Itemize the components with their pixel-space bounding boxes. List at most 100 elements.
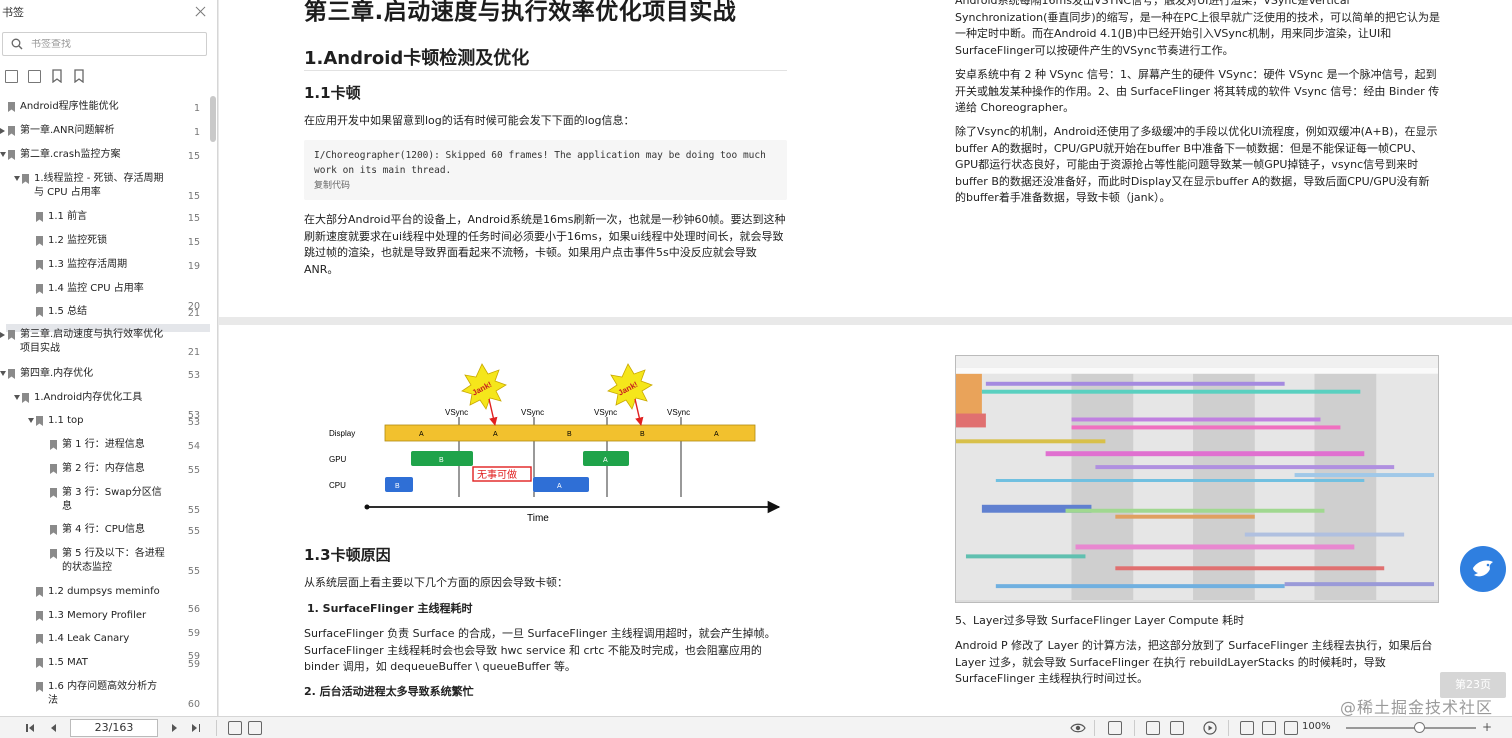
zoom-level[interactable]: 100% xyxy=(1302,721,1331,732)
bookmark-label: 1.5 MAT xyxy=(48,657,88,668)
bookmark-icon xyxy=(50,525,57,535)
paragraph: 在应用开发中如果留意到log的话有时候可能会发下下面的log信息： xyxy=(304,114,635,127)
sidebar-title: 书签 xyxy=(2,6,24,19)
vsync-label: VSync xyxy=(594,408,617,417)
time-label: Time xyxy=(527,513,549,524)
copy-code-link[interactable]: 复制代码 xyxy=(314,179,777,194)
status-bar: 23/163 100% + xyxy=(0,716,1512,738)
chapter-title: 第三章.启动速度与执行效率优化项目实战 xyxy=(304,0,737,25)
systrace-screenshot xyxy=(955,355,1439,603)
fit-width-icon[interactable] xyxy=(1108,721,1122,735)
add-bookmark-icon[interactable] xyxy=(51,69,63,83)
previous-page-button[interactable] xyxy=(46,721,60,735)
first-page-button[interactable] xyxy=(24,721,38,735)
eye-icon[interactable] xyxy=(1070,721,1086,735)
bookmark-label: 1.4 Leak Canary xyxy=(48,633,130,644)
bookmark-icon xyxy=(8,126,15,136)
bookmark-icon xyxy=(50,464,57,474)
vsync-label: VSync xyxy=(667,408,690,417)
bookmark-label: 第 3 行：Swap分区信息 xyxy=(62,487,162,512)
code-line: I/Choreographer(1200): Skipped 60 frames… xyxy=(314,150,766,161)
bookmark-page: 15 xyxy=(187,191,200,202)
bookmark-icon xyxy=(50,440,57,450)
bookmark-icon xyxy=(8,150,15,160)
bookmark-icon xyxy=(36,284,43,294)
caret-down-icon[interactable] xyxy=(28,418,34,423)
back-icon[interactable] xyxy=(228,721,242,735)
bookmark-label: Android程序性能优化 xyxy=(20,101,119,112)
bookmark-icon xyxy=(8,369,15,379)
gpu-frame: B xyxy=(439,457,444,464)
caret-down-icon[interactable] xyxy=(0,371,6,376)
bookmark-label: 1.1 top xyxy=(48,415,84,426)
bookmark-icon xyxy=(8,330,15,340)
close-icon[interactable] xyxy=(193,5,207,19)
paragraph: Android P 修改了 Layer 的计算方法，把这部分放到了 Surfac… xyxy=(955,639,1433,685)
bookmark-search[interactable] xyxy=(2,32,207,56)
bookmark-icon xyxy=(36,307,43,317)
bookmark-icon[interactable] xyxy=(73,69,85,83)
continuous-page-icon[interactable] xyxy=(1170,721,1184,735)
code-block: I/Choreographer(1200): Skipped 60 frames… xyxy=(304,140,787,200)
bookmark-icon xyxy=(8,102,15,112)
bookmark-label: 第一章.ANR问题解析 xyxy=(20,125,115,136)
bookmark-page: 15 xyxy=(187,237,200,248)
actual-size-icon[interactable] xyxy=(1240,721,1254,735)
bookmark-page: 15 xyxy=(187,151,200,162)
divider xyxy=(304,70,787,71)
vsync-label: VSync xyxy=(521,408,544,417)
row-label-display: Display xyxy=(329,429,355,438)
bookmark-label: 1.6 内存问题高效分析方法 xyxy=(48,681,158,706)
bookmark-page: 55 xyxy=(187,465,200,476)
floating-assistant-button[interactable] xyxy=(1460,546,1506,592)
bookmark-page: 19 xyxy=(187,261,200,272)
bookmark-page: 54 xyxy=(187,441,200,452)
next-page-button[interactable] xyxy=(168,721,182,735)
bookmark-icon xyxy=(36,236,43,246)
bookmark-icon xyxy=(36,658,43,668)
sidebar-scrollbar[interactable] xyxy=(210,96,216,142)
forward-icon[interactable] xyxy=(248,721,262,735)
bookmark-tree: Android程序性能优化 1 第一章.ANR问题解析 1 第二章.crash监控方案 1… xyxy=(0,92,210,716)
caret-right-icon[interactable] xyxy=(0,332,5,338)
rotate-icon[interactable] xyxy=(1284,721,1298,735)
bookmark-label: 1.5 总结 xyxy=(48,306,88,317)
document-view[interactable]: 第三章.启动速度与执行效率优化项目实战 1.Android卡顿检测及优化 1.1… xyxy=(219,0,1512,716)
caret-right-icon[interactable] xyxy=(0,128,5,134)
caret-down-icon[interactable] xyxy=(0,152,6,157)
paragraph: 除了Vsync的机制，Android还使用了多级缓冲的手段以优化UI流程度，例如… xyxy=(955,125,1438,204)
bookmark-icon xyxy=(36,212,43,222)
separator xyxy=(1228,720,1229,736)
bookmark-label: 1.Android内存优化工具 xyxy=(34,392,143,403)
expand-all-icon[interactable] xyxy=(5,69,18,83)
collapse-all-icon[interactable] xyxy=(28,69,41,83)
paragraph: 安卓系统中有 2 种 VSync 信号：1、屏幕产生的硬件 VSync：硬件 V… xyxy=(955,68,1440,114)
page-indicator-input[interactable]: 23/163 xyxy=(70,719,158,737)
last-page-button[interactable] xyxy=(188,721,202,735)
bookmark-search-input[interactable] xyxy=(31,38,191,50)
paragraph: Android系统每隔16ms发出VSYNC信号，触发对UI进行渲染，VSync… xyxy=(955,0,1441,57)
sidebar-toolbar xyxy=(0,56,217,86)
bookmark-page: 56 xyxy=(187,604,200,615)
gpu-frame: A xyxy=(603,457,608,464)
cause-heading: 2. 后台活动进程太多导致系统繁忙 xyxy=(304,685,474,698)
cause-heading: 1. SurfaceFlinger 主线程耗时 xyxy=(307,602,473,615)
zoom-slider[interactable] xyxy=(1346,727,1476,729)
cpu-frame: A xyxy=(557,483,562,490)
jank-arrow xyxy=(634,398,644,426)
play-icon[interactable] xyxy=(1203,721,1217,735)
bookmark-icon xyxy=(36,682,43,692)
single-page-icon[interactable] xyxy=(1146,721,1160,735)
separator xyxy=(1134,720,1135,736)
row-label-cpu: CPU xyxy=(329,481,346,490)
paragraph: 在大部分Android平台的设备上，Android系统是16ms刷新一次，也就是… xyxy=(304,213,786,276)
caret-down-icon[interactable] xyxy=(14,395,20,400)
bookmark-label: 1.4 监控 CPU 占用率 xyxy=(48,283,144,294)
paragraph: SurfaceFlinger 负责 Surface 的合成，一旦 Surface… xyxy=(304,627,776,673)
zoom-slider-handle[interactable] xyxy=(1414,722,1425,733)
bookmark-icon xyxy=(22,393,29,403)
bookmark-page: 55 xyxy=(187,505,200,516)
fit-page-icon[interactable] xyxy=(1262,721,1276,735)
caret-down-icon[interactable] xyxy=(14,176,20,181)
zoom-in-icon[interactable]: + xyxy=(1482,720,1492,734)
